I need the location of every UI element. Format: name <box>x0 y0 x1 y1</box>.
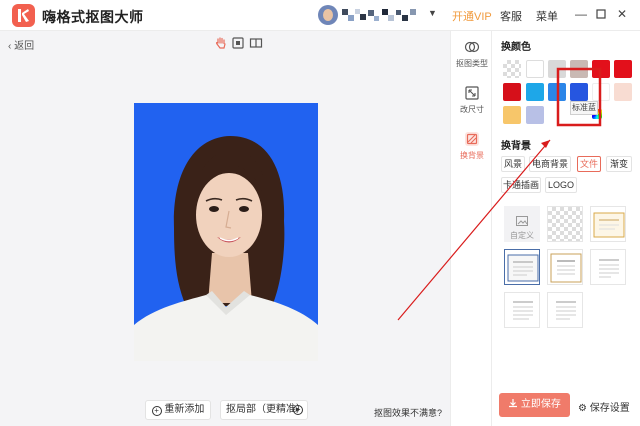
save-settings-button[interactable]: ⚙ 保存设置 <box>578 399 630 414</box>
chevron-down-icon[interactable]: ▼ <box>428 8 437 18</box>
back-label: 返回 <box>14 41 35 52</box>
save-settings-label: 保存设置 <box>589 403 630 414</box>
swatch-lavender[interactable] <box>526 106 544 124</box>
background-section-title: 换背景 <box>501 141 531 152</box>
save-now-label: 立即保存 <box>520 399 561 410</box>
swatch-blue[interactable] <box>548 83 566 101</box>
swatch-standard-blue[interactable] <box>570 83 588 101</box>
gear-icon: ⚙ <box>578 403 587 414</box>
transparent-background-thumb[interactable] <box>547 206 583 242</box>
swatch-red[interactable] <box>592 60 610 78</box>
nav-cutout-type-label: 抠图类型 <box>456 59 488 68</box>
username-redacted <box>342 7 420 23</box>
fit-screen-icon[interactable] <box>231 36 245 50</box>
hand-tool-icon[interactable] <box>214 36 228 50</box>
document-thumb-1[interactable] <box>590 249 626 285</box>
right-panel: 换颜色 换背景 风景 电商背景 文件 渐变 卡通插画 LOGO 自定义 立即保存… <box>492 31 640 426</box>
customer-service-link[interactable]: 客服 <box>500 8 522 24</box>
certificate-thumb-1[interactable] <box>590 206 626 242</box>
readd-label: 重新添加 <box>164 404 205 415</box>
swatch-yellow[interactable] <box>503 106 521 124</box>
document-thumb-2[interactable] <box>504 292 540 328</box>
unsatisfied-link[interactable]: 抠图效果不满意? <box>374 406 442 419</box>
swatch-red-2[interactable] <box>614 60 632 78</box>
nav-background[interactable]: 换背景 <box>451 131 493 161</box>
tab-scenery[interactable]: 风景 <box>501 156 525 172</box>
menu-link[interactable]: 菜单 <box>536 8 558 24</box>
tab-logo[interactable]: LOGO <box>545 177 577 193</box>
play-circle-icon: ▶ <box>293 405 303 415</box>
refine-cutout-button[interactable]: 抠局部（更精准） ▶ <box>220 400 308 420</box>
minimize-icon[interactable]: — <box>572 5 590 23</box>
custom-background-thumb[interactable]: 自定义 <box>504 206 540 242</box>
swatch-white[interactable] <box>526 60 544 78</box>
tab-gradient[interactable]: 渐变 <box>606 156 632 172</box>
background-icon <box>464 131 480 147</box>
swatch-sky-blue[interactable] <box>526 83 544 101</box>
swatch-transparent[interactable] <box>503 60 521 78</box>
nav-background-label: 换背景 <box>460 151 484 160</box>
canvas-area: ‹ 返回 + 重新添加 抠局部（更精准） ▶ 抠图效果不满意? <box>0 31 450 426</box>
swatch-taupe[interactable] <box>570 60 588 78</box>
close-icon[interactable]: ✕ <box>613 5 631 23</box>
nav-resize[interactable]: 改尺寸 <box>451 85 493 115</box>
cutout-type-icon <box>464 39 480 55</box>
compare-icon[interactable] <box>249 36 263 50</box>
portrait-photo <box>134 103 318 361</box>
swatch-pink[interactable] <box>614 83 632 101</box>
maximize-icon[interactable] <box>592 5 610 23</box>
swatch-gray[interactable] <box>548 60 566 78</box>
tab-cartoon[interactable]: 卡通插画 <box>501 177 541 193</box>
certificate-thumb-3[interactable] <box>547 249 583 285</box>
color-tooltip: 标准蓝 <box>570 101 598 115</box>
certificate-thumb-2[interactable] <box>504 249 540 285</box>
resize-icon <box>464 85 480 101</box>
custom-background-label: 自定义 <box>510 231 534 240</box>
swatch-crimson[interactable] <box>503 83 521 101</box>
nav-resize-label: 改尺寸 <box>460 105 484 114</box>
title-bar: 嗨格式抠图大师 ▼ 开通VIP 客服 菜单 — ✕ <box>0 0 640 31</box>
color-section-title: 换颜色 <box>501 42 531 53</box>
tab-ecommerce[interactable]: 电商背景 <box>529 156 571 172</box>
image-upload-icon <box>516 213 528 226</box>
function-nav: 抠图类型 改尺寸 换背景 <box>450 31 492 426</box>
back-button[interactable]: ‹ 返回 <box>8 37 34 52</box>
readd-image-button[interactable]: + 重新添加 <box>145 400 211 420</box>
app-title: 嗨格式抠图大师 <box>42 9 144 25</box>
save-now-button[interactable]: 立即保存 <box>499 393 570 417</box>
app-logo-icon <box>12 4 35 27</box>
open-vip-link[interactable]: 开通VIP <box>452 8 492 24</box>
document-thumb-3[interactable] <box>547 292 583 328</box>
swatch-white-2[interactable] <box>592 83 610 101</box>
tab-document[interactable]: 文件 <box>577 156 601 172</box>
nav-cutout-type[interactable]: 抠图类型 <box>451 39 493 69</box>
save-download-icon <box>508 394 518 408</box>
user-avatar[interactable] <box>318 5 338 25</box>
add-circle-icon: + <box>151 406 162 416</box>
